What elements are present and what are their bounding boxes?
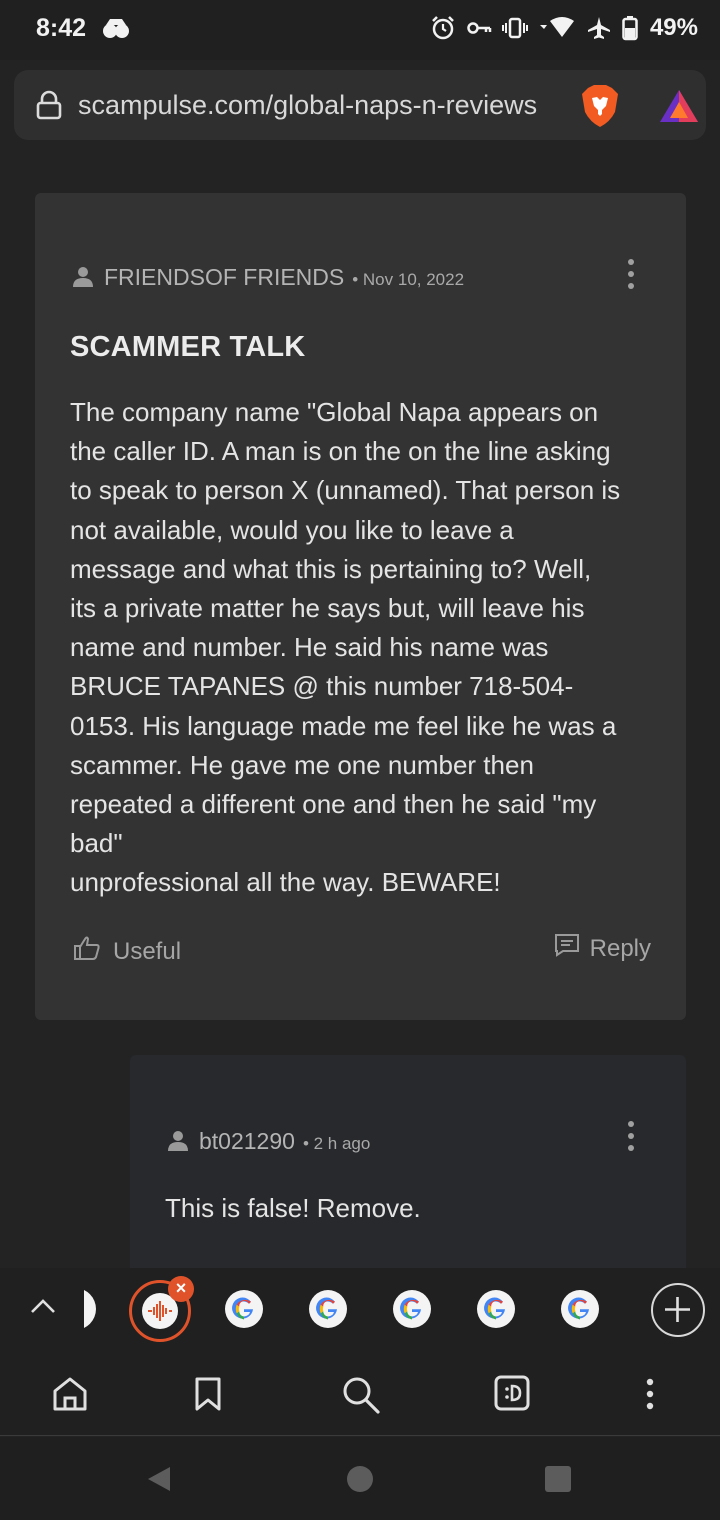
- reply-button[interactable]: Reply: [554, 933, 651, 964]
- reply-author[interactable]: bt021290: [199, 1128, 295, 1155]
- reply-text: This is false! Remove.: [165, 1193, 421, 1223]
- google-icon: [484, 1297, 505, 1320]
- post-author[interactable]: FRIENDSOF FRIENDS: [104, 264, 344, 291]
- post-more-options-icon[interactable]: [626, 259, 636, 295]
- reply-card: bt021290 • 2 h ago This is false! Remove…: [130, 1055, 686, 1268]
- incognito-icon: [102, 16, 130, 47]
- comment-card: FRIENDSOF FRIENDS • Nov 10, 2022 SCAMMER…: [35, 193, 686, 1020]
- lock-icon[interactable]: [36, 90, 62, 125]
- brave-shields-icon[interactable]: [580, 84, 620, 133]
- google-icon: [568, 1297, 589, 1320]
- plus-icon: [665, 1297, 690, 1322]
- body-line: repeated a different one and then he sai…: [70, 789, 597, 820]
- comment-title: SCAMMER TALK: [70, 331, 306, 363]
- google-icon: [400, 1297, 421, 1320]
- tab-google[interactable]: [561, 1290, 599, 1328]
- tab-strip: ×: [0, 1268, 720, 1354]
- comment-body: The company name "Global Napa appears on…: [70, 393, 670, 903]
- user-icon: [167, 1130, 189, 1157]
- home-icon[interactable]: [52, 1374, 88, 1419]
- useful-label: Useful: [113, 937, 182, 965]
- body-line: name and number. He said his name was: [70, 632, 549, 663]
- bottom-toolbar: [0, 1354, 720, 1436]
- reply-time: • 2 h ago: [302, 1134, 371, 1153]
- status-icons: 49%: [430, 14, 698, 42]
- body-line: scammer. He gave me one number then: [70, 749, 534, 780]
- body-line: 0153. His language made me feel like he …: [70, 710, 617, 741]
- wifi-icon: [538, 15, 576, 41]
- url-text[interactable]: scampulse.com/global-naps-n-reviews: [78, 90, 564, 121]
- search-icon[interactable]: [340, 1374, 382, 1421]
- thumbs-up-icon: [73, 935, 101, 968]
- page-content[interactable]: FRIENDSOF FRIENDS • Nov 10, 2022 SCAMMER…: [0, 150, 720, 1268]
- recents-icon[interactable]: [545, 1466, 571, 1492]
- body-line: its a private matter he says but, will l…: [70, 593, 585, 624]
- body-line: BRUCE TAPANES @ this number 718-504-: [70, 671, 574, 702]
- android-navigation-bar: [0, 1437, 720, 1520]
- vibrate-icon: [501, 15, 528, 41]
- home-nav-icon[interactable]: [347, 1466, 373, 1492]
- reply-more-options-icon[interactable]: [626, 1121, 636, 1157]
- bookmark-icon[interactable]: [194, 1374, 222, 1419]
- google-icon: [316, 1297, 337, 1320]
- status-bar: 8:42 49%: [0, 0, 720, 60]
- body-line: not available, would you like to leave a: [70, 514, 514, 545]
- body-line: The company name "Global Napa appears on: [70, 397, 599, 427]
- battery-icon: [622, 15, 638, 41]
- back-icon[interactable]: [146, 1465, 172, 1498]
- useful-button[interactable]: Useful: [73, 935, 181, 968]
- tab-partial[interactable]: [84, 1288, 96, 1330]
- alarm-icon: [430, 15, 456, 41]
- body-line: unprofessional all the way. BEWARE!: [70, 867, 501, 898]
- address-bar[interactable]: scampulse.com/global-naps-n-reviews: [14, 70, 706, 140]
- tab-switcher-icon[interactable]: [494, 1374, 530, 1417]
- body-line: bad": [70, 828, 123, 859]
- user-icon: [72, 266, 94, 293]
- post-date: • Nov 10, 2022: [352, 270, 465, 289]
- tab-google[interactable]: [225, 1290, 263, 1328]
- google-icon: [232, 1297, 253, 1320]
- airplane-icon: [586, 15, 612, 41]
- body-line: message and what this is pertaining to? …: [70, 553, 592, 584]
- close-tab-icon[interactable]: ×: [168, 1276, 194, 1302]
- body-line: to speak to person X (unnamed). That per…: [70, 475, 621, 506]
- battery-percentage: 49%: [649, 14, 698, 41]
- reply-author-row: bt021290 • 2 h ago: [167, 1127, 370, 1155]
- chevron-up-icon[interactable]: [28, 1292, 58, 1327]
- tab-google[interactable]: [477, 1290, 515, 1328]
- comment-icon: [554, 933, 580, 964]
- reply-label: Reply: [589, 934, 651, 962]
- tab-google[interactable]: [309, 1290, 347, 1328]
- more-menu-icon[interactable]: [642, 1374, 658, 1419]
- body-line: the caller ID. A man is on the on the li…: [70, 436, 611, 467]
- tab-google[interactable]: [393, 1290, 431, 1328]
- brave-rewards-icon[interactable]: [658, 88, 700, 129]
- status-time: 8:42: [36, 14, 87, 42]
- new-tab-button[interactable]: [651, 1283, 705, 1337]
- browser-screen: 8:42 49% scampulse.com/global-naps-n-rev…: [0, 0, 720, 1520]
- post-author-row: FRIENDSOF FRIENDS • Nov 10, 2022: [72, 263, 464, 291]
- vpn-key-icon: [466, 15, 492, 41]
